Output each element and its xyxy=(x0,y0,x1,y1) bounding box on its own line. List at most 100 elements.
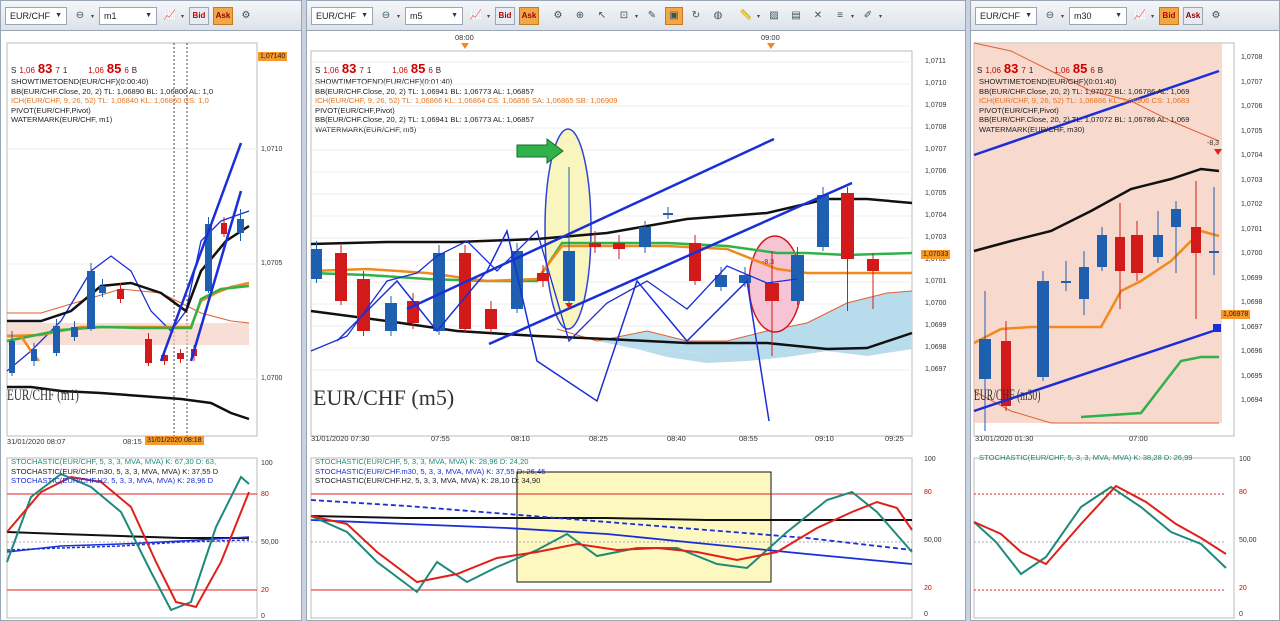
current-price-box: 1,07140 xyxy=(258,52,288,61)
globe-icon[interactable]: ◍ xyxy=(709,7,727,25)
annotation-icon[interactable]: ▣ xyxy=(665,6,683,25)
timeframe-select[interactable]: m1 ▼ xyxy=(99,6,157,25)
symbol-value: EUR/CHF xyxy=(316,10,356,21)
price-axis-label: 1,0710 xyxy=(925,80,947,87)
chevron-down-icon: ▼ xyxy=(55,12,62,19)
ask-button[interactable]: Ask xyxy=(519,6,539,25)
symbol-value: EUR/CHF xyxy=(980,10,1020,21)
candle xyxy=(689,243,701,281)
chevron-down-icon: ▼ xyxy=(1025,12,1032,19)
refresh-icon[interactable]: ↻ xyxy=(687,7,705,25)
ruler-icon[interactable]: 📏 ▾ xyxy=(737,7,760,25)
quote-size[interactable]: 1 xyxy=(1029,66,1033,75)
price-axis-label: 1,0699 xyxy=(1241,274,1263,282)
price-axis-label: 1,0706 xyxy=(1241,103,1263,110)
candle xyxy=(563,251,575,301)
candle xyxy=(979,339,991,379)
price-axis-label: 1,0711 xyxy=(925,58,946,65)
price-axis-label: 1,0697 xyxy=(1241,323,1263,331)
chart-panel-m30: EUR/CHF ▼ ⊖ ▾ m30 ▼ 📈 ▾ Bid Ask ⚙ -8,3 S 1,0… xyxy=(970,0,1280,621)
cursor-icon[interactable]: ↖ xyxy=(593,7,611,25)
measure-icon[interactable]: ⊡ ▾ xyxy=(615,7,638,25)
candle xyxy=(145,339,152,363)
link-icon[interactable]: ⊖ ▾ xyxy=(71,7,94,25)
time-cursor-box: 31/01/2020 08:18 xyxy=(145,436,204,445)
indicator-icon[interactable]: ⚙ xyxy=(237,7,255,25)
price-axis-label: 1,0695 xyxy=(1241,372,1263,380)
bid-button[interactable]: Bid xyxy=(1159,6,1179,25)
candle xyxy=(459,253,471,329)
chart-panel-m1: EUR/CHF ▼ ⊖ ▾ m1 ▼ 📈 ▾ Bid Ask ⚙ S 1,06 83 7… xyxy=(0,0,302,621)
candle xyxy=(1061,281,1071,283)
chart-type-icon[interactable]: 📈 ▾ xyxy=(467,7,490,25)
timeframe-value: m5 xyxy=(410,10,423,21)
chart-toolbar: EUR/CHF ▼ ⊖ ▾ m30 ▼ 📈 ▾ Bid Ask ⚙ xyxy=(971,1,1279,31)
indicator-icon[interactable]: ⚙ xyxy=(549,7,567,25)
symbol-select[interactable]: EUR/CHF ▼ xyxy=(5,6,67,25)
price-axis-label: 1,0703 xyxy=(1241,176,1263,184)
candle xyxy=(237,219,244,233)
price-axis-label: 1,0704 xyxy=(925,212,947,219)
time-axis-label: 09:10 xyxy=(815,434,834,443)
quote-b: B xyxy=(1097,66,1104,75)
price-axis-label: 1,0705 xyxy=(925,190,947,197)
candle xyxy=(311,249,322,279)
image-icon[interactable]: ▨ xyxy=(765,7,783,25)
link-icon[interactable]: ⊖ ▾ xyxy=(1041,7,1064,25)
price-axis-label: 1,0706 xyxy=(925,168,947,175)
time-axis-label: 07:55 xyxy=(431,434,450,443)
chart-type-icon[interactable]: 📈 ▾ xyxy=(1131,7,1154,25)
bid-button[interactable]: Bid xyxy=(189,6,209,25)
timeframe-value: m30 xyxy=(1074,10,1092,21)
ask-button[interactable]: Ask xyxy=(213,6,233,25)
chevron-down-icon: ▼ xyxy=(145,12,152,19)
zoom-icon[interactable]: ⊕ xyxy=(571,7,589,25)
symbol-value: EUR/CHF xyxy=(10,10,50,21)
chart-watermark: EUR/CHF (m5) xyxy=(313,385,455,410)
quote-s: S xyxy=(977,66,983,75)
current-price-box: 1,06978 xyxy=(1221,310,1251,319)
bid-button[interactable]: Bid xyxy=(495,6,515,25)
candle xyxy=(663,213,673,215)
candle xyxy=(71,327,78,337)
symbol-select[interactable]: EUR/CHF ▼ xyxy=(311,6,373,25)
candle xyxy=(357,279,370,331)
tools-icon[interactable]: ✕ xyxy=(809,7,827,25)
candle xyxy=(335,253,347,301)
legend-line: BB(EUR/CHF.Close, 20, 2) TL: 1,07072 BL:… xyxy=(979,86,1190,96)
chart-type-icon[interactable]: 📈 ▾ xyxy=(161,7,184,25)
price-axis-label: 1,0708 xyxy=(1241,54,1263,61)
ask-prefix: 1,06 xyxy=(1054,66,1070,75)
candle xyxy=(841,193,854,259)
timeframe-value: m1 xyxy=(104,10,117,21)
price-axis-label: 1,0703 xyxy=(925,234,947,241)
timeframe-select[interactable]: m5 ▼ xyxy=(405,6,463,25)
stochastic-panel-m30[interactable] xyxy=(971,452,1280,621)
stoch-axis-label: 80 xyxy=(261,491,269,498)
candle xyxy=(221,223,227,234)
legend-line: STOCHASTIC(EUR/CHF.H2, 5, 3, 3, MVA, MVA… xyxy=(11,476,214,486)
menu-icon[interactable]: ≡ ▾ xyxy=(831,7,854,25)
time-axis-label: 31/01/2020 07:30 xyxy=(311,434,370,443)
price-axis-label: 1,0707 xyxy=(1241,78,1263,86)
bid-sup: 7 xyxy=(1021,66,1026,75)
candle xyxy=(385,303,397,331)
candle xyxy=(53,326,60,353)
symbol-select[interactable]: EUR/CHF ▼ xyxy=(975,6,1037,25)
price-axis-label: 1,0696 xyxy=(1241,348,1263,355)
indicator-legend: SHOWTIMETOEND(EUR/CHF)(0:01:40) BB(EUR/C… xyxy=(979,77,1190,135)
time-axis-label: 08:15 xyxy=(123,437,142,446)
price-axis-label: 1,0702 xyxy=(1241,201,1263,208)
candle xyxy=(87,271,95,329)
pen-icon[interactable]: ✐ ▾ xyxy=(859,7,882,25)
indicator-icon[interactable]: ⚙ xyxy=(1207,7,1225,25)
save-icon[interactable]: ▤ xyxy=(787,7,805,25)
candle xyxy=(1037,281,1049,377)
link-icon[interactable]: ⊖ ▾ xyxy=(377,7,400,25)
legend-line: STOCHASTIC(EUR/CHF, 5, 3, 3, MVA, MVA) K… xyxy=(315,457,529,466)
ask-button[interactable]: Ask xyxy=(1183,6,1203,25)
draw-icon[interactable]: ✎ xyxy=(643,7,661,25)
timeframe-select[interactable]: m30 ▼ xyxy=(1069,6,1127,25)
price-axis-label: 1,0701 xyxy=(925,278,947,285)
stochastic-legend: STOCHASTIC(EUR/CHF, 5, 3, 3, MVA, MVA) K… xyxy=(11,457,218,486)
